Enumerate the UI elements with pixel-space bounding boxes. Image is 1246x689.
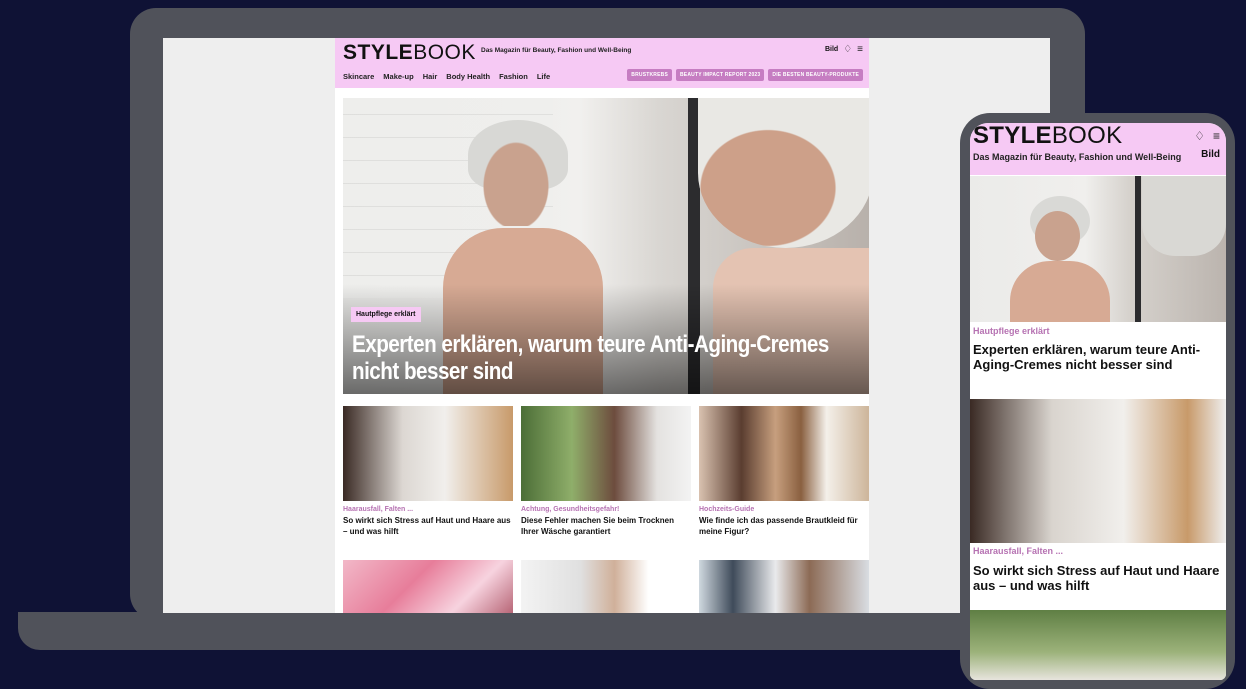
hero-reflection-face [698, 98, 869, 248]
mobile-card-image[interactable] [970, 610, 1226, 680]
mobile-logo[interactable]: STYLEBOOK [973, 123, 1122, 150]
card-title[interactable]: Diese Fehler machen Sie beim Trocknen Ih… [521, 515, 691, 537]
laptop-screen: STYLEBOOK Das Magazin für Beauty, Fashio… [163, 38, 1050, 613]
topic-pills: BRUSTKREBS BEAUTY IMPACT REPORT 2023 DIE… [627, 69, 863, 81]
menu-icon[interactable]: ≡ [1213, 129, 1220, 143]
card-kicker: Hochzeits-Guide [699, 506, 755, 513]
mobile-hero-image[interactable] [970, 176, 1226, 322]
card-image [343, 406, 513, 501]
menu-icon[interactable]: ≡ [857, 44, 863, 55]
hero-mirror-frame [1135, 176, 1141, 322]
laptop-base [18, 612, 1018, 650]
mobile-header: STYLEBOOK Das Magazin für Beauty, Fashio… [970, 123, 1226, 175]
hero-woman-face [471, 126, 561, 226]
main-nav: Skincare Make-up Hair Body Health Fashio… [343, 72, 550, 81]
tagline: Das Magazin für Beauty, Fashion und Well… [481, 47, 632, 54]
pill-beste-beauty-produkte[interactable]: DIE BESTEN BEAUTY-PRODUKTE [768, 69, 863, 81]
site-header: STYLEBOOK Das Magazin für Beauty, Fashio… [335, 38, 869, 88]
hero-article[interactable]: Hautpflege erklärt Experten erklären, wa… [343, 98, 869, 394]
website-mobile: STYLEBOOK Das Magazin für Beauty, Fashio… [970, 123, 1226, 680]
pill-brustkrebs[interactable]: BRUSTKREBS [627, 69, 672, 81]
mobile-card-title[interactable]: So wirkt sich Stress auf Haut und Haare … [973, 563, 1223, 593]
nav-item-makeup[interactable]: Make-up [383, 72, 413, 81]
nav-item-body-health[interactable]: Body Health [446, 72, 490, 81]
card-image[interactable] [343, 560, 513, 613]
mobile-hero-kicker: Hautpflege erklärt [973, 326, 1050, 336]
article-cards: Haarausfall, Falten ... So wirkt sich St… [343, 406, 869, 537]
card-title[interactable]: Wie finde ich das passende Brautkleid fü… [699, 515, 869, 537]
card-image[interactable] [521, 560, 691, 613]
article-card[interactable]: Haarausfall, Falten ... So wirkt sich St… [343, 406, 513, 537]
hero-woman-body [1010, 261, 1110, 322]
hero-woman-face [1035, 211, 1080, 261]
card-image[interactable] [699, 560, 869, 613]
bild-logo[interactable]: Bild [1201, 149, 1220, 160]
bell-icon[interactable]: ♢ [843, 44, 852, 55]
card-kicker: Haarausfall, Falten ... [343, 506, 414, 513]
nav-item-fashion[interactable]: Fashion [499, 72, 528, 81]
nav-item-life[interactable]: Life [537, 72, 550, 81]
hero-kicker: Hautpflege erklärt [351, 307, 421, 322]
hero-title[interactable]: Experten erklären, warum teure Anti-Agin… [352, 331, 868, 385]
card-kicker: Achtung, Gesundheitsgefahr! [521, 506, 620, 513]
website-desktop: STYLEBOOK Das Magazin für Beauty, Fashio… [335, 38, 869, 613]
mobile-header-icons: ♢ ≡ [1194, 129, 1220, 143]
mobile-card-image[interactable] [970, 399, 1226, 543]
pill-beauty-impact-report[interactable]: BEAUTY IMPACT REPORT 2023 [676, 69, 765, 81]
hero-reflection-face [1142, 176, 1226, 256]
mobile-tagline: Das Magazin für Beauty, Fashion und Well… [973, 152, 1182, 162]
card-title[interactable]: So wirkt sich Stress auf Haut und Haare … [343, 515, 513, 537]
article-cards-row-2 [343, 560, 869, 613]
bell-icon[interactable]: ♢ [1194, 129, 1205, 143]
nav-item-hair[interactable]: Hair [423, 72, 438, 81]
article-card[interactable]: Achtung, Gesundheitsgefahr! Diese Fehler… [521, 406, 691, 537]
article-card[interactable]: Hochzeits-Guide Wie finde ich das passen… [699, 406, 869, 537]
nav-item-skincare[interactable]: Skincare [343, 72, 374, 81]
mobile-hero-title[interactable]: Experten erklären, warum teure Anti-Agin… [973, 342, 1221, 372]
header-icons: Bild ♢ ≡ [825, 44, 863, 55]
bild-logo[interactable]: Bild [825, 46, 838, 53]
logo[interactable]: STYLEBOOK [343, 41, 476, 65]
card-image [699, 406, 869, 501]
mobile-card-kicker: Haarausfall, Falten ... [973, 546, 1064, 556]
card-image [521, 406, 691, 501]
